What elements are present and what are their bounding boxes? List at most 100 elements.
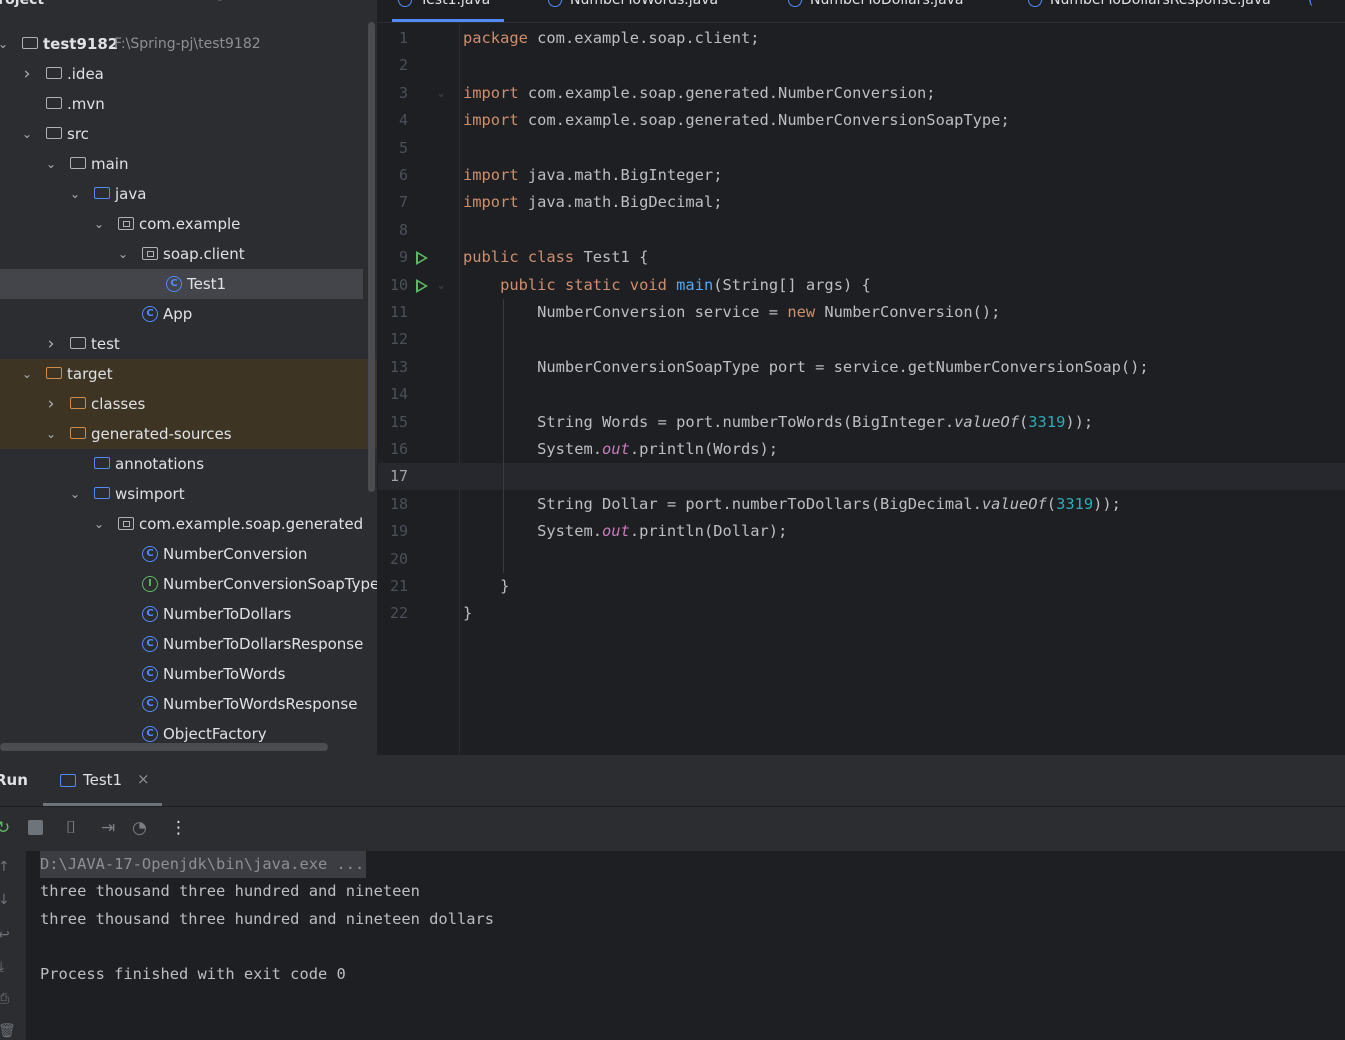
vertical-scrollbar[interactable] — [368, 22, 375, 492]
chevron-down-icon[interactable]: ⌄ — [56, 0, 65, 3]
tree-item[interactable]: › classes — [0, 389, 377, 419]
close-icon[interactable]: × — [137, 770, 150, 788]
chevron-right-icon[interactable]: › — [20, 59, 34, 89]
tree-item[interactable]: .mvn — [0, 89, 377, 119]
tree-item[interactable]: ⌄ generated-sources — [0, 419, 377, 449]
code-line[interactable]: 17 — [378, 463, 1345, 491]
chevron-down-icon[interactable]: ⌄ — [92, 509, 106, 539]
run-tab-test1[interactable]: Test1 × — [43, 755, 162, 806]
restore-layout-icon[interactable]: ⇥ — [101, 818, 115, 838]
code-line[interactable]: 1 package com.example.soap.client; — [378, 25, 1345, 52]
chevron-down-icon[interactable]: ⌄ — [68, 179, 82, 209]
code-line[interactable]: 10 ⌄ public static void main(String[] arg… — [378, 272, 1345, 299]
chevron-down-icon[interactable]: ⌄ — [92, 209, 106, 239]
chevron-down-icon[interactable]: ⌄ — [68, 479, 82, 509]
tree-item[interactable]: ⌄ target — [0, 359, 377, 389]
code-line[interactable]: 16 System.out.println(Words); — [378, 436, 1345, 463]
soft-wrap-icon[interactable]: ↩ — [0, 927, 10, 943]
trash-icon[interactable]: 🗑 — [0, 1023, 16, 1039]
chevron-down-icon[interactable]: ⌄ — [20, 359, 34, 389]
line-number: 8 — [398, 220, 408, 239]
select-opened-file-icon[interactable]: ◎ — [214, 0, 225, 3]
fold-icon[interactable]: ⌄ — [438, 272, 444, 299]
tree-item[interactable]: C NumberToWords — [0, 659, 377, 689]
tree-item[interactable]: C App — [0, 299, 377, 329]
code-line[interactable]: 8 — [378, 217, 1345, 244]
chevron-down-icon[interactable]: ⌄ — [20, 119, 34, 149]
fold-icon[interactable]: ⌄ — [438, 80, 444, 107]
tree-item[interactable]: › .idea — [0, 59, 377, 89]
editor-tab-label: NumberToDollarsResponse.java — [1050, 0, 1271, 8]
tree-item[interactable]: › test — [0, 329, 377, 359]
editor-tab[interactable]: Test1.java — [391, 0, 505, 22]
code-line[interactable]: 7 import java.math.BigDecimal; — [378, 189, 1345, 216]
chevron-down-icon[interactable]: ⌄ — [44, 419, 58, 449]
code-line[interactable]: 22} — [378, 600, 1345, 627]
code-line[interactable]: 18 String Dollar = port.numberToDollars(… — [378, 491, 1345, 518]
folder-icon — [46, 127, 62, 139]
code-line[interactable]: 11 NumberConversion service = new Number… — [378, 299, 1345, 326]
console-command-line[interactable]: D:\JAVA-17-Openjdk\bin\java.exe ... — [40, 851, 367, 878]
tree-item[interactable]: ⌄ test9182 F:\Spring-pj\test9182 — [0, 29, 377, 59]
code-line[interactable]: 13 NumberConversionSoapType port = servi… — [378, 354, 1345, 381]
tree-item[interactable]: ⌄ main — [0, 149, 377, 179]
chevron-right-icon[interactable]: › — [44, 329, 58, 359]
chevron-right-icon[interactable]: › — [44, 389, 58, 419]
project-panel: Project ⌄ ⊙ ◎ ⌄ ✕ ⋮ ⌄ test9182F:\Spring-p… — [0, 0, 377, 755]
target-icon[interactable]: ⊙ — [182, 0, 193, 3]
editor-tab-label: NumberToWords.java — [570, 0, 719, 8]
tree-item[interactable]: C NumberToDollarsResponse — [0, 629, 377, 659]
arrow-up-icon[interactable]: ↑ — [0, 859, 10, 875]
horizontal-scrollbar[interactable] — [0, 743, 328, 751]
tree-item[interactable]: ⌄ com.example.soap.generated — [0, 509, 377, 539]
run-gutter-icon[interactable] — [416, 278, 428, 293]
more-options-icon[interactable]: ⋮ — [314, 0, 327, 3]
line-number: 17 — [389, 467, 408, 486]
code-line[interactable]: 9 public class Test1 { — [378, 244, 1345, 271]
more-tabs-icon[interactable]: ( — [1308, 0, 1313, 22]
tree-item[interactable]: ⌄ com.example — [0, 209, 377, 239]
chevron-down-icon[interactable]: ⌄ — [44, 149, 58, 179]
tree-item[interactable]: C NumberToWordsResponse — [0, 689, 377, 719]
screenshot-icon[interactable]: ⌷ — [66, 818, 76, 838]
collapse-all-icon[interactable]: ⌄ — [248, 0, 259, 3]
code-line[interactable]: 15 String Words = port.numberToWords(Big… — [378, 409, 1345, 436]
code-line[interactable]: 20 — [378, 546, 1345, 573]
code-line[interactable]: 12 — [378, 326, 1345, 353]
code-line[interactable]: 6 import java.math.BigInteger; — [378, 162, 1345, 189]
tree-item[interactable]: C NumberToDollars — [0, 599, 377, 629]
code-line[interactable]: 21 } — [378, 573, 1345, 600]
project-panel-title[interactable]: Project — [0, 0, 44, 8]
chevron-down-icon[interactable]: ⌄ — [116, 239, 130, 269]
stop-icon[interactable] — [28, 820, 43, 835]
rerun-icon[interactable]: ↻ — [0, 818, 10, 838]
print-icon[interactable]: ⎙ — [0, 991, 9, 1007]
code-line[interactable]: 19 System.out.println(Dollar); — [378, 518, 1345, 545]
editor-tab[interactable]: NumberToWords.java — [548, 0, 718, 22]
code-line[interactable]: 3 ⌄ import com.example.soap.generated.Numb… — [378, 80, 1345, 107]
scroll-to-end-icon[interactable]: ⤓ — [0, 959, 4, 975]
code-line[interactable]: 4 import com.example.soap.generated.Numbe… — [378, 107, 1345, 134]
tree-item[interactable]: C Test1 — [0, 269, 363, 299]
tree-item[interactable]: I NumberConversionSoapType — [0, 569, 377, 599]
close-icon[interactable]: ✕ — [280, 0, 291, 3]
code-line[interactable]: 14 — [378, 381, 1345, 408]
code-line[interactable]: 2 — [378, 52, 1345, 79]
tree-item[interactable]: ⌄ soap.client — [0, 239, 377, 269]
line-number: 1 — [398, 29, 408, 47]
run-gutter-icon[interactable] — [416, 251, 428, 266]
tree-item[interactable]: ⌄ src — [0, 119, 377, 149]
editor-tab[interactable]: NumberToDollarsResponse.java — [1028, 0, 1271, 22]
tree-item[interactable]: ⌄ wsimport — [0, 479, 377, 509]
tree-item[interactable]: annotations — [0, 449, 377, 479]
arrow-down-icon[interactable]: ↓ — [0, 892, 10, 908]
profiler-icon[interactable]: ◔ — [132, 818, 147, 838]
chevron-down-icon[interactable]: ⌄ — [0, 29, 10, 59]
editor-tab[interactable]: NumberToDollars.java — [788, 0, 964, 22]
tree-item[interactable]: C NumberConversion — [0, 539, 377, 569]
line-number: 3 — [398, 83, 408, 102]
tree-item[interactable]: ⌄ java — [0, 179, 377, 209]
more-options-icon[interactable]: ⋮ — [170, 818, 187, 838]
code-line[interactable]: 5 — [378, 135, 1345, 162]
excluded-folder-icon — [46, 367, 62, 379]
